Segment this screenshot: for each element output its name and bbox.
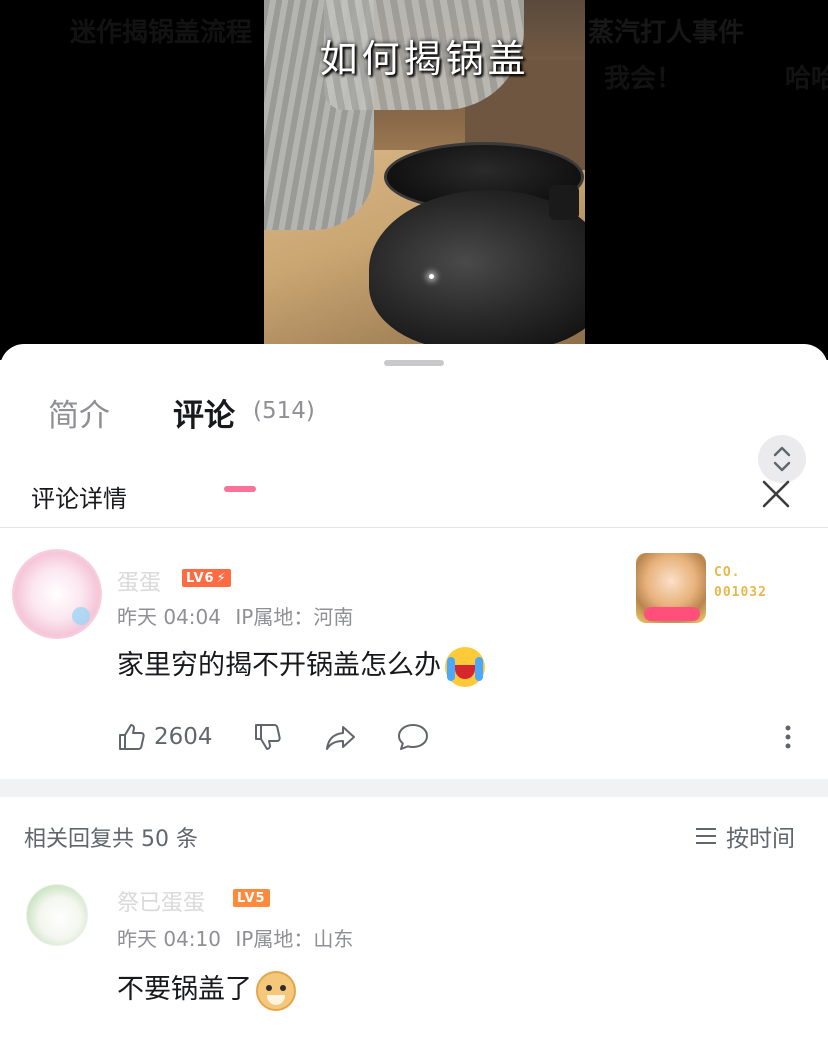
comments-sheet: 简介 评论 (514) 评论详情 蛋蛋 LV6 ⚡ 昨天 04:04 IP属地：河…: [0, 344, 828, 1049]
section-divider: [0, 779, 828, 797]
comment-actions: 2604: [116, 717, 816, 757]
fan-badge-image: [636, 553, 706, 623]
comment-time: 昨天 04:10: [117, 927, 221, 951]
avatar[interactable]: [12, 549, 102, 639]
ip-location: IP属地：山东: [235, 927, 354, 951]
like-count: 2604: [154, 724, 213, 750]
video-player[interactable]: 迷作揭锅盖流程 蒸汽打人事件 我会！ 哈哈 如何揭锅盖: [0, 0, 828, 360]
level-text: LV5: [237, 890, 266, 906]
tab-bar: 简介 评论 (514): [0, 390, 828, 492]
avatar[interactable]: [26, 884, 88, 946]
reply-count: 相关回复共 50 条: [24, 827, 198, 852]
sort-label: 按时间: [726, 826, 795, 852]
sheet-grabber[interactable]: [384, 360, 444, 366]
thumbs-up-icon: [119, 724, 145, 750]
close-icon[interactable]: [756, 474, 796, 514]
doge-emoji-icon: [256, 970, 296, 1011]
comment-detail-header: 评论详情: [0, 460, 828, 528]
danmaku-item: 蒸汽打人事件: [588, 18, 745, 48]
level-badge: LV5: [233, 889, 270, 907]
video-caption: 如何揭锅盖: [319, 37, 530, 81]
replies-header: 相关回复共 50 条 按时间: [0, 797, 828, 869]
sort-lines-icon: [696, 828, 716, 844]
sort-button[interactable]: 按时间: [694, 819, 795, 853]
tab-comments[interactable]: 评论: [173, 390, 235, 435]
more-options-button[interactable]: [780, 717, 796, 757]
main-comment: 蛋蛋 LV6 ⚡ 昨天 04:04 IP属地：河南 CO. 001032 家里穷的…: [0, 529, 828, 779]
danmaku-item: 我会！: [604, 64, 683, 94]
danmaku-item: 迷作揭锅盖流程: [70, 18, 253, 48]
more-vertical-icon: [785, 725, 791, 749]
reply-body: 不要锅盖了: [117, 974, 252, 1005]
ip-location: IP属地：河南: [235, 605, 354, 629]
username[interactable]: 祭已蛋蛋: [117, 885, 205, 917]
comment-text: 家里穷的揭不开锅盖怎么办: [117, 643, 485, 687]
fan-badge-number: CO. 001032: [714, 565, 767, 600]
reply-text: 不要锅盖了: [117, 967, 296, 1011]
thumbs-down-icon: [255, 724, 281, 750]
reply-item: 祭已蛋蛋 LV5 昨天 04:10 IP属地：山东 不要锅盖了: [0, 869, 828, 1049]
tab-intro[interactable]: 简介: [48, 390, 110, 435]
username[interactable]: 蛋蛋: [117, 565, 161, 597]
comment-time: 昨天 04:04: [117, 605, 221, 629]
cry-emoji-icon: [445, 646, 485, 687]
dislike-button[interactable]: [252, 717, 284, 757]
danmaku-item: 哈哈: [785, 64, 828, 94]
share-button[interactable]: [324, 717, 358, 757]
comment-meta: 昨天 04:10 IP属地：山东: [117, 923, 353, 952]
comment-body: 家里穷的揭不开锅盖怎么办: [117, 650, 441, 681]
comment-meta: 昨天 04:04 IP属地：河南: [117, 601, 353, 630]
level-text: LV6: [186, 570, 215, 586]
reply-button[interactable]: [396, 717, 430, 757]
comment-count: (514): [253, 398, 315, 424]
level-badge: LV6 ⚡: [182, 569, 231, 587]
fan-badge[interactable]: CO. 001032: [636, 553, 786, 623]
share-arrow-icon: [326, 726, 355, 750]
like-button[interactable]: 2604: [116, 717, 213, 757]
page-title: 评论详情: [31, 485, 127, 513]
comment-bubble-icon: [398, 724, 428, 750]
